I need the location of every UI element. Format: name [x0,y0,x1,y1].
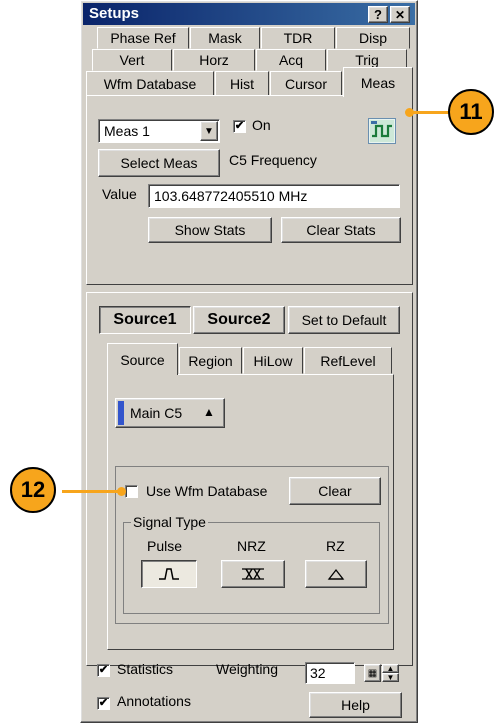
help-title-button[interactable]: ? [368,6,388,23]
keypad-icon[interactable]: ▦ [364,664,381,682]
show-stats-button[interactable]: Show Stats [148,217,272,243]
subtab-hilow[interactable]: HiLow [243,347,303,374]
measurement-icon[interactable] [368,118,396,144]
tab-vert[interactable]: Vert [92,49,172,71]
value-text: 103.648772405510 MHz [154,188,308,204]
channel-up-arrow-icon: ▲ [203,405,215,419]
tab-disp[interactable]: Disp [336,27,410,49]
annotations-checkbox[interactable]: ✔ [97,697,110,710]
clear-stats-button[interactable]: Clear Stats [281,217,401,243]
weighting-spin-down[interactable]: ▼ [382,673,399,682]
select-meas-button[interactable]: Select Meas [98,149,220,177]
value-label: Value [102,186,137,202]
callout-12-line [62,490,124,493]
weighting-label: Weighting [216,661,279,677]
window-title: Setups [89,5,140,22]
use-wfm-db-label: Use Wfm Database [146,483,268,499]
help-button[interactable]: Help [309,692,402,718]
signal-type-label: Signal Type [131,514,208,530]
statistics-checkbox[interactable]: ✔ [97,664,110,677]
signal-type-nrz-label: NRZ [237,538,266,554]
on-label: On [252,117,271,133]
subtab-region[interactable]: Region [179,347,242,374]
weighting-spin-up[interactable]: ▲ [382,664,399,673]
clear-wfm-db-button[interactable]: Clear [289,477,381,505]
source1-button[interactable]: Source1 [99,306,191,334]
subtab-reflevel[interactable]: RefLevel [304,347,392,374]
tab-phase-ref[interactable]: Phase Ref [97,27,189,49]
tab-horz[interactable]: Horz [173,49,255,71]
rz-signal-button[interactable] [305,560,367,588]
tab-acq[interactable]: Acq [256,49,326,71]
signal-type-rz-label: RZ [326,538,345,554]
meas-name: C5 Frequency [229,152,317,168]
tab-cursor[interactable]: Cursor [270,71,342,96]
weighting-value: 32 [310,665,326,681]
meas-select-value: Meas 1 [104,123,150,139]
tab-meas[interactable]: Meas [343,67,413,97]
channel-label: Main C5 [130,405,183,421]
use-wfm-db-checkbox[interactable] [125,485,138,498]
callout-11: 11 [448,89,494,135]
callout-12: 12 [10,467,56,513]
tab-wfm-database[interactable]: Wfm Database [86,71,214,96]
rz-icon [327,568,345,580]
tab-hist[interactable]: Hist [215,71,269,96]
statistics-label: Statistics [117,661,174,677]
subtab-source[interactable]: Source [107,343,178,375]
nrz-eye-icon [242,568,264,580]
meas-dropdown-arrow[interactable]: ▼ [200,121,218,141]
nrz-signal-button[interactable] [221,560,285,588]
set-to-default-button[interactable]: Set to Default [288,306,400,334]
on-checkbox[interactable]: ✔ [233,120,246,133]
close-title-button[interactable]: ✕ [390,6,410,23]
pulse-icon [159,568,179,580]
callout-11-dot [405,108,414,117]
tab-mask[interactable]: Mask [190,27,260,49]
annotations-label: Annotations [117,693,191,709]
channel-color-bar [118,401,124,425]
pulse-signal-button[interactable] [141,560,197,588]
callout-12-dot [117,487,126,496]
tab-tdr[interactable]: TDR [261,27,335,49]
source2-button[interactable]: Source2 [193,306,285,334]
signal-type-pulse-label: Pulse [147,538,183,554]
